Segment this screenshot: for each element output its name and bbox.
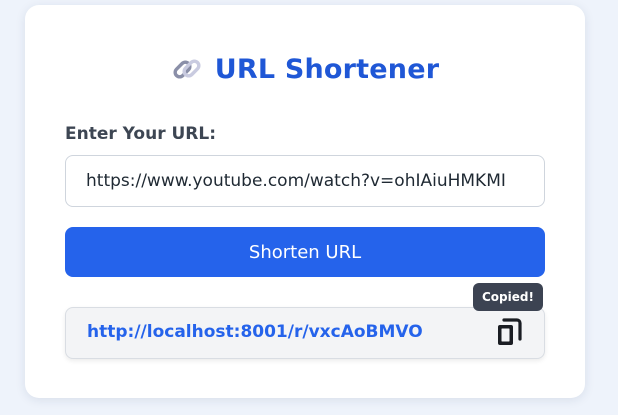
page-title: URL Shortener: [25, 49, 585, 89]
url-label: Enter Your URL:: [65, 124, 217, 144]
copy-icon[interactable]: [493, 317, 525, 349]
link-icon: [171, 53, 203, 85]
short-url-link[interactable]: http://localhost:8001/r/vxcAoBMVO: [87, 322, 423, 342]
shorten-url-button[interactable]: Shorten URL: [65, 227, 545, 277]
url-input[interactable]: [65, 155, 545, 207]
short-url-result: http://localhost:8001/r/vxcAoBMVO: [65, 307, 545, 359]
shortener-card: URL Shortener Enter Your URL: Shorten UR…: [25, 5, 585, 398]
copied-tooltip: Copied!: [473, 283, 543, 311]
title-text: URL Shortener: [214, 53, 440, 85]
